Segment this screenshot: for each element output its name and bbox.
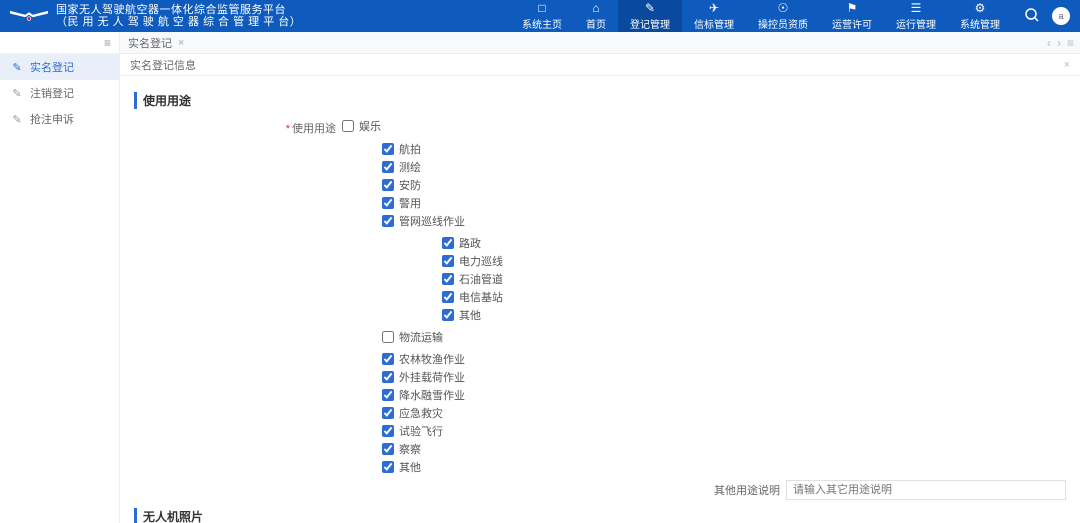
checkbox-cat1-4[interactable]: 管网巡线作业 xyxy=(382,212,465,230)
checkbox-cat2-2[interactable]: 降水融雪作业 xyxy=(382,386,465,404)
content: 使用用途 *使用用途 娱乐 航拍测绘安防警用管网巡线作业 路政电力巡线石油管道电… xyxy=(120,76,1080,523)
checkbox-sub-4[interactable]: 其他 xyxy=(442,306,503,324)
nav-icon: ✈ xyxy=(707,1,721,15)
panel-header: 实名登记信息 × xyxy=(120,54,1080,76)
nav-item-0[interactable]: □系统主页 xyxy=(510,0,574,32)
checkbox-cat1-2[interactable]: 安防 xyxy=(382,176,465,194)
panel-close-icon[interactable]: × xyxy=(1064,59,1070,71)
logo-icon xyxy=(10,7,48,25)
section-photo-title: 无人机照片 xyxy=(134,508,1066,523)
platform-title-2: （民 用 无 人 驾 驶 航 空 器 综 合 管 理 平 台） xyxy=(56,16,301,28)
topbar: 国家无人驾驶航空器一体化综合监管服务平台 （民 用 无 人 驾 驶 航 空 器 … xyxy=(0,0,1080,32)
sidebar: ≡ ✎实名登记✎注销登记✎抢注申诉 xyxy=(0,32,120,523)
tab-realname[interactable]: 实名登记 × xyxy=(128,32,184,54)
sidebar-item-0[interactable]: ✎实名登记 xyxy=(0,54,119,80)
nav-icon: ✎ xyxy=(643,1,657,15)
tab-nav-arrows: ‹ › ≡ xyxy=(1047,36,1080,50)
nav-icon: ⌂ xyxy=(589,1,603,15)
checkbox-cat2-4[interactable]: 试验飞行 xyxy=(382,422,465,440)
sidebar-collapse[interactable]: ≡ xyxy=(0,32,119,54)
tab-prev-icon[interactable]: ‹ xyxy=(1047,36,1051,50)
section-usage-title: 使用用途 xyxy=(134,92,1066,109)
nav-item-7[interactable]: ⚙系统管理 xyxy=(948,0,1012,32)
avatar[interactable]: a xyxy=(1052,7,1070,25)
checkbox-cat1-3[interactable]: 警用 xyxy=(382,194,465,212)
platform-title-1: 国家无人驾驶航空器一体化综合监管服务平台 xyxy=(56,4,301,16)
checkbox-sub-1[interactable]: 电力巡线 xyxy=(442,252,503,270)
nav-item-4[interactable]: ☉操控员资质 xyxy=(746,0,820,32)
tab-close-icon[interactable]: × xyxy=(178,37,184,49)
panel-title: 实名登记信息 xyxy=(130,57,196,73)
sidebar-item-1[interactable]: ✎注销登记 xyxy=(0,80,119,106)
doc-icon: ✎ xyxy=(10,112,24,126)
checkbox-cat2-6[interactable]: 其他 xyxy=(382,458,465,476)
nav-item-1[interactable]: ⌂首页 xyxy=(574,0,618,32)
tabbar: 实名登记 × ‹ › ≡ xyxy=(120,32,1080,54)
main: 实名登记 × ‹ › ≡ 实名登记信息 × 使用用途 *使用用途 娱乐 航拍测绘… xyxy=(120,32,1080,523)
other-desc-label: 其他用途说明 xyxy=(134,482,786,498)
checkbox-cat1-1[interactable]: 测绘 xyxy=(382,158,465,176)
nav-icon: □ xyxy=(535,1,549,15)
checkbox-logistics[interactable]: 物流运输 xyxy=(382,328,443,346)
nav-item-2[interactable]: ✎登记管理 xyxy=(618,0,682,32)
nav-icon: ☰ xyxy=(909,1,923,15)
nav-item-3[interactable]: ✈信标管理 xyxy=(682,0,746,32)
tab-label: 实名登记 xyxy=(128,35,172,51)
checkbox-cat2-0[interactable]: 农林牧渔作业 xyxy=(382,350,465,368)
sidebar-item-2[interactable]: ✎抢注申诉 xyxy=(0,106,119,132)
search-icon[interactable] xyxy=(1024,7,1040,26)
top-nav: □系统主页⌂首页✎登记管理✈信标管理☉操控员资质⚑运营许可☰运行管理⚙系统管理 xyxy=(510,0,1012,32)
brand: 国家无人驾驶航空器一体化综合监管服务平台 （民 用 无 人 驾 驶 航 空 器 … xyxy=(10,4,301,28)
checkbox-entertainment[interactable]: 娱乐 xyxy=(342,117,381,135)
checkbox-sub-3[interactable]: 电信基站 xyxy=(442,288,503,306)
usage-label: *使用用途 xyxy=(134,117,342,136)
doc-icon: ✎ xyxy=(10,60,24,74)
nav-item-6[interactable]: ☰运行管理 xyxy=(884,0,948,32)
tab-next-icon[interactable]: › xyxy=(1057,36,1061,50)
nav-icon: ⚑ xyxy=(845,1,859,15)
tab-menu-icon[interactable]: ≡ xyxy=(1067,36,1074,50)
checkbox-cat2-5[interactable]: 察察 xyxy=(382,440,465,458)
other-desc-input[interactable] xyxy=(786,480,1066,500)
checkbox-cat2-3[interactable]: 应急救灾 xyxy=(382,404,465,422)
nav-item-5[interactable]: ⚑运营许可 xyxy=(820,0,884,32)
checkbox-sub-0[interactable]: 路政 xyxy=(442,234,503,252)
nav-icon: ⚙ xyxy=(973,1,987,15)
nav-icon: ☉ xyxy=(776,1,790,15)
checkbox-cat1-0[interactable]: 航拍 xyxy=(382,140,465,158)
doc-icon: ✎ xyxy=(10,86,24,100)
checkbox-cat2-1[interactable]: 外挂载荷作业 xyxy=(382,368,465,386)
checkbox-sub-2[interactable]: 石油管道 xyxy=(442,270,503,288)
